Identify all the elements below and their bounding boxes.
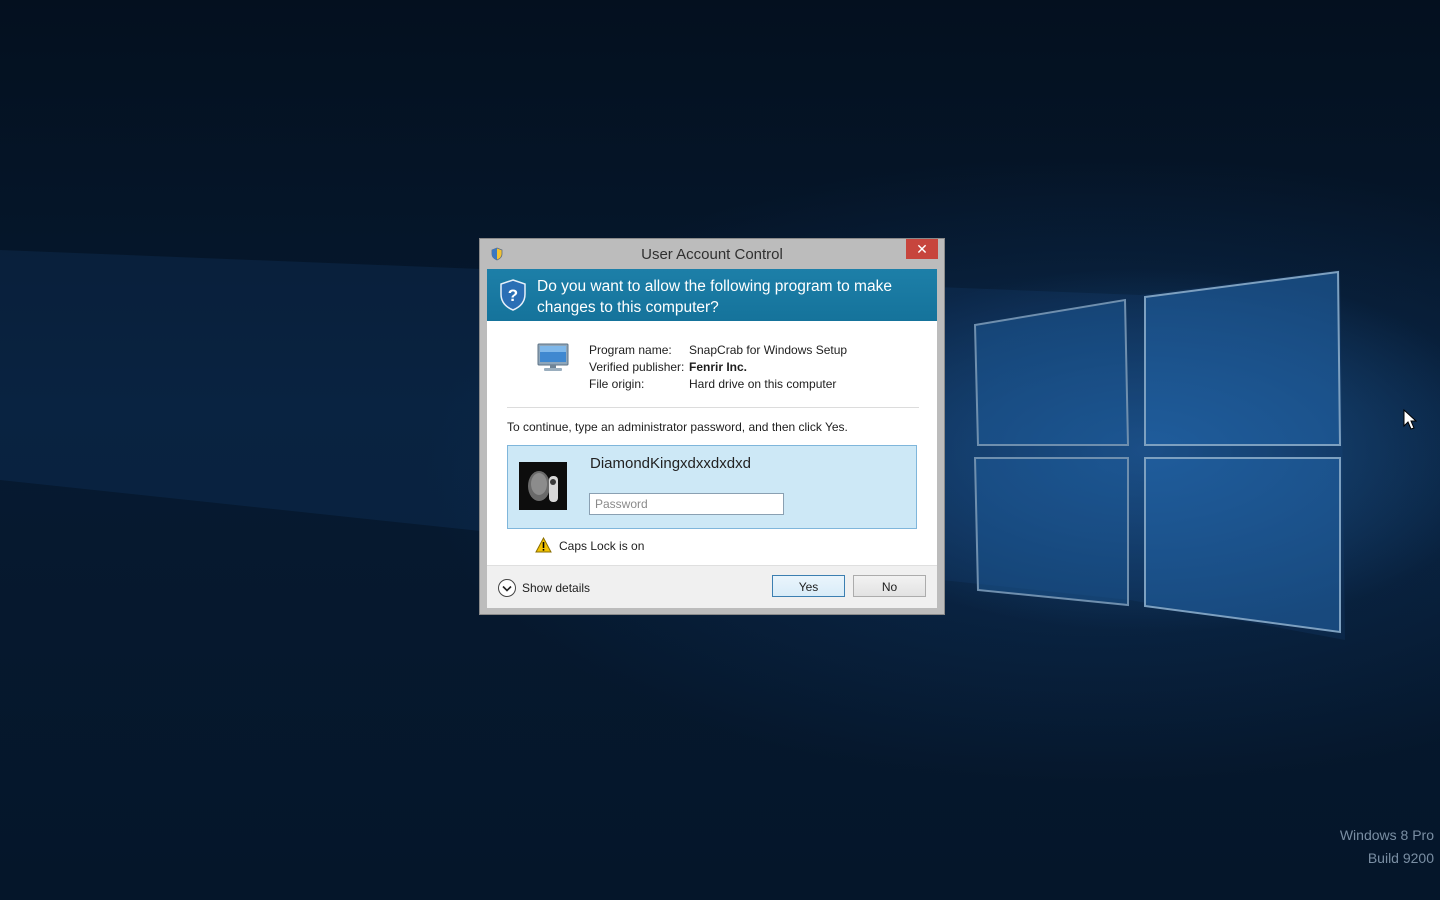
warning-icon	[535, 537, 552, 553]
instruction-text: To continue, type an administrator passw…	[507, 420, 848, 434]
consent-question: Do you want to allow the following progr…	[537, 278, 892, 316]
question-shield-icon: ?	[500, 279, 526, 311]
publisher-value: Fenrir Inc.	[689, 360, 748, 374]
chevron-down-circle-icon	[498, 579, 516, 597]
credential-tile[interactable]: DiamondKingxdxxdxdxd	[507, 445, 917, 529]
no-button[interactable]: No	[853, 575, 926, 597]
close-button[interactable]: ✕	[906, 239, 938, 259]
os-edition-watermark: Windows 8 Pro	[1339, 827, 1434, 843]
program-name-label: Program name:	[589, 343, 672, 357]
show-details-label: Show details	[522, 581, 591, 595]
svg-text:?: ?	[508, 286, 518, 305]
mouse-pointer-icon	[1403, 409, 1417, 430]
publisher-label: Verified publisher:	[589, 360, 685, 374]
file-origin-label: File origin:	[589, 377, 645, 391]
program-name-value: SnapCrab for Windows Setup	[689, 343, 848, 357]
avatar	[519, 462, 567, 510]
yes-button[interactable]: Yes	[772, 575, 845, 597]
dialog-content: ? Do you want to allow the following pro…	[487, 269, 937, 608]
uac-dialog: User Account Control ✕ ? Do you want to …	[479, 238, 945, 615]
program-name-row: Program name: SnapCrab for Windows Setup	[589, 342, 847, 359]
file-origin-value: Hard drive on this computer	[689, 377, 837, 391]
dialog-title: User Account Control	[641, 246, 783, 263]
file-origin-row: File origin: Hard drive on this computer	[589, 376, 847, 393]
program-info: Program name: SnapCrab for Windows Setup …	[589, 342, 847, 393]
os-build-watermark: Build 9200	[1367, 850, 1434, 866]
caps-lock-text: Caps Lock is on	[559, 539, 645, 553]
title-bar[interactable]: User Account Control ✕	[480, 239, 944, 269]
password-input[interactable]	[589, 493, 784, 515]
dialog-footer: Show details Yes No	[487, 565, 937, 608]
username: DiamondKingxdxxdxdxd	[590, 455, 751, 472]
monitor-icon	[537, 343, 569, 371]
question-banner: ? Do you want to allow the following pro…	[487, 269, 937, 321]
publisher-row: Verified publisher: Fenrir Inc.	[589, 359, 847, 376]
divider	[507, 407, 919, 408]
